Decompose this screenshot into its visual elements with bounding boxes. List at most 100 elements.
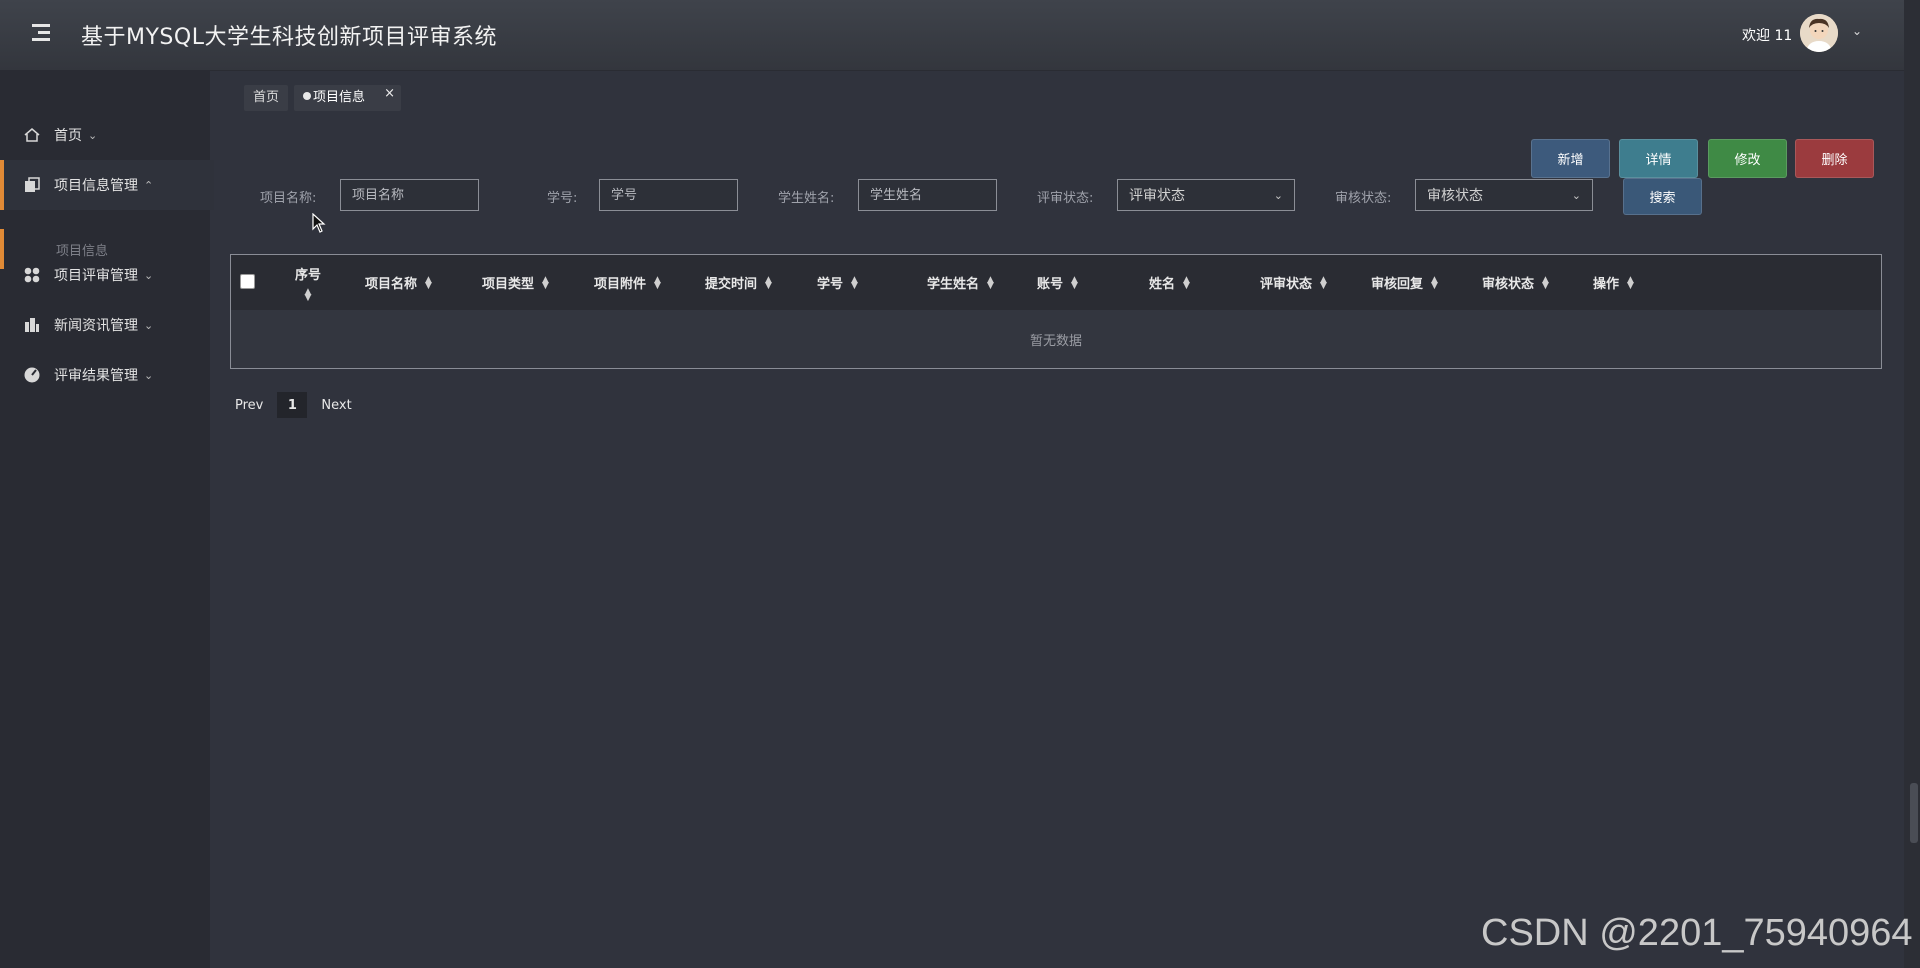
column-header[interactable]: 序号 ▲ ▼ xyxy=(295,255,321,310)
page-number[interactable]: 1 xyxy=(277,392,308,418)
select-all-checkbox[interactable] xyxy=(240,274,255,289)
sort-icon: ▲ ▼ xyxy=(304,287,312,303)
dashboard-icon xyxy=(22,365,42,385)
student-name-label: 学生姓名: xyxy=(778,191,835,206)
column-label: 项目类型 xyxy=(482,277,535,292)
grid-icon xyxy=(22,265,42,285)
mouse-cursor-icon xyxy=(312,212,326,237)
column-label: 操作 xyxy=(1593,277,1620,292)
edit-button[interactable]: 修改 xyxy=(1708,139,1787,178)
detail-button[interactable]: 详情 xyxy=(1619,139,1698,178)
column-header[interactable]: 账号 ▲ ▼ xyxy=(1037,255,1078,310)
add-button[interactable]: 新增 xyxy=(1531,139,1610,178)
column-header[interactable]: 项目类型 ▲ ▼ xyxy=(482,255,549,310)
sidebar-item-label: 新闻资讯管理 xyxy=(54,318,138,334)
column-header[interactable]: 学号 ▲ ▼ xyxy=(817,255,858,310)
chevron-down-icon: ⌄ xyxy=(1273,188,1283,202)
next-page-link[interactable]: Next xyxy=(321,398,351,413)
sort-icon: ▲ ▼ xyxy=(987,274,994,291)
sidebar-item-label: 首页 xyxy=(54,128,82,144)
review-status-label: 评审状态: xyxy=(1037,191,1094,206)
column-label: 评审状态 xyxy=(1260,277,1313,292)
empty-table-message: 暂无数据 xyxy=(231,310,1881,368)
data-table: 序号 ▲ ▼ 项目名称 ▲ ▼ 项目类型 ▲ ▼ 项目附件 ▲ ▼ 提交时间 ▲ ▼ 学号 ▲ ▼ 学… xyxy=(230,254,1882,369)
sort-icon: ▲ ▼ xyxy=(425,274,432,291)
column-label: 审核回复 xyxy=(1371,277,1424,292)
scrollbar-thumb[interactable] xyxy=(1910,783,1918,843)
chevron-down-icon: ⌄ xyxy=(144,268,154,282)
column-label: 姓名 xyxy=(1149,277,1176,292)
menu-toggle-icon[interactable] xyxy=(32,24,50,45)
column-header[interactable]: 项目附件 ▲ ▼ xyxy=(594,255,661,310)
column-label: 学号 xyxy=(817,277,844,292)
sort-icon: ▲ ▼ xyxy=(542,274,549,291)
sidebar-item-label: 项目信息管理 xyxy=(54,178,138,194)
sidebar-item-project-review[interactable]: 项目评审管理 ⌄ xyxy=(0,250,210,300)
column-label: 序号 xyxy=(295,268,322,283)
copy-icon xyxy=(22,175,42,195)
column-label: 学生姓名 xyxy=(927,277,980,292)
welcome-text: 欢迎 11 xyxy=(1742,28,1793,44)
chevron-down-icon: ⌄ xyxy=(144,368,154,382)
select-value: 审核状态 xyxy=(1427,188,1483,204)
chevron-down-icon[interactable]: ⌄ xyxy=(1852,24,1862,38)
review-status-select[interactable]: 评审状态 ⌄ xyxy=(1117,179,1295,211)
prev-page-link[interactable]: Prev xyxy=(235,398,263,413)
top-header: 基于MYSQL大学生科技创新项目评审系统 欢迎 11 ⌄ xyxy=(0,0,1904,70)
audit-status-label: 审核状态: xyxy=(1335,191,1392,206)
column-label: 项目附件 xyxy=(594,277,647,292)
pagination: Prev 1 Next xyxy=(235,392,352,418)
sort-icon: ▲ ▼ xyxy=(1183,274,1190,291)
close-icon[interactable]: × xyxy=(384,81,395,107)
delete-button[interactable]: 删除 xyxy=(1795,139,1874,178)
table-header: 序号 ▲ ▼ 项目名称 ▲ ▼ 项目类型 ▲ ▼ 项目附件 ▲ ▼ 提交时间 ▲ ▼ 学号 ▲ ▼ 学… xyxy=(231,255,1881,310)
student-name-input[interactable] xyxy=(858,179,997,211)
sidebar-item-news[interactable]: 新闻资讯管理 ⌄ xyxy=(0,300,210,350)
sort-icon: ▲ ▼ xyxy=(851,274,858,291)
sidebar-item-home[interactable]: 首页 ⌄ xyxy=(0,110,210,160)
tab-home[interactable]: 首页 xyxy=(244,85,289,111)
column-header[interactable]: 操作 ▲ ▼ xyxy=(1593,255,1634,310)
column-header[interactable]: 审核状态 ▲ ▼ xyxy=(1482,255,1549,310)
chevron-down-icon: ⌄ xyxy=(144,318,154,332)
column-header[interactable]: 评审状态 ▲ ▼ xyxy=(1260,255,1327,310)
sort-icon: ▲ ▼ xyxy=(1320,274,1327,291)
column-header[interactable]: 姓名 ▲ ▼ xyxy=(1149,255,1190,310)
column-header[interactable]: 学生姓名 ▲ ▼ xyxy=(927,255,994,310)
chevron-up-icon: ⌃ xyxy=(144,178,154,192)
sort-icon: ▲ ▼ xyxy=(1431,274,1438,291)
watermark: CSDN @2201_75940964 xyxy=(1481,912,1913,954)
search-button[interactable]: 搜索 xyxy=(1623,178,1702,215)
audit-status-select[interactable]: 审核状态 ⌄ xyxy=(1415,179,1593,211)
student-no-input[interactable] xyxy=(599,179,738,211)
user-avatar[interactable] xyxy=(1800,14,1838,52)
project-name-input[interactable] xyxy=(340,179,479,211)
building-icon xyxy=(22,315,42,335)
column-label: 项目名称 xyxy=(365,277,418,292)
sidebar-item-project-info[interactable]: 项目信息管理 ⌃ xyxy=(0,160,214,210)
column-label: 提交时间 xyxy=(705,277,758,292)
sidebar-item-results[interactable]: 评审结果管理 ⌄ xyxy=(0,350,210,400)
select-value: 评审状态 xyxy=(1129,188,1185,204)
chevron-down-icon: ⌄ xyxy=(1571,188,1581,202)
home-icon xyxy=(22,125,42,145)
tab-label: 项目信息 xyxy=(313,90,366,105)
chevron-down-icon: ⌄ xyxy=(88,128,98,142)
tab-bar: 首页 项目信息 × xyxy=(244,85,402,111)
sort-icon: ▲ ▼ xyxy=(1071,274,1078,291)
column-label: 账号 xyxy=(1037,277,1064,292)
sort-icon: ▲ ▼ xyxy=(765,274,772,291)
sort-icon: ▲ ▼ xyxy=(1542,274,1549,291)
column-header[interactable]: 项目名称 ▲ ▼ xyxy=(365,255,432,310)
sort-icon: ▲ ▼ xyxy=(1627,274,1634,291)
tab-project-info[interactable]: 项目信息 × xyxy=(294,85,402,111)
column-header[interactable]: 审核回复 ▲ ▼ xyxy=(1371,255,1438,310)
sidebar: 首页 ⌄ 项目信息管理 ⌃ 项目信息 项目评审管理 ⌄ 新闻资讯管理 ⌄ 评审结… xyxy=(0,70,214,968)
sidebar-item-label: 评审结果管理 xyxy=(54,368,138,384)
project-name-label: 项目名称: xyxy=(260,191,317,206)
sort-icon: ▲ ▼ xyxy=(654,274,661,291)
column-header[interactable]: 提交时间 ▲ ▼ xyxy=(705,255,772,310)
column-label: 审核状态 xyxy=(1482,277,1535,292)
app-title: 基于MYSQL大学生科技创新项目评审系统 xyxy=(81,25,497,50)
student-no-label: 学号: xyxy=(547,191,578,206)
